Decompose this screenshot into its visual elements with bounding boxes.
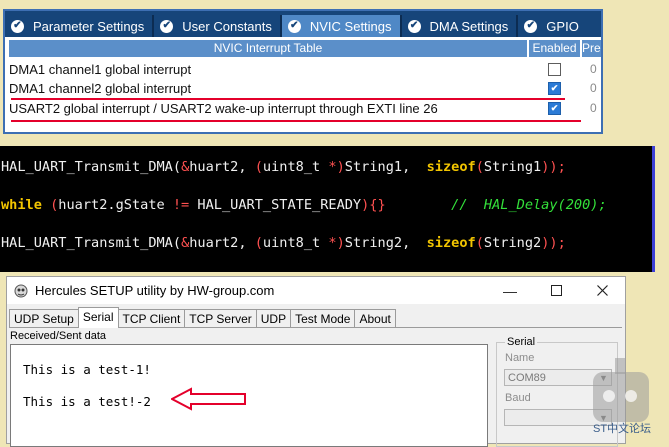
forum-watermark-text: ST中文论坛	[593, 423, 652, 435]
priority-value[interactable]: 0	[590, 81, 597, 95]
tab-udp-setup[interactable]: UDP Setup	[9, 309, 79, 328]
column-header-enabled[interactable]: Enabled	[529, 40, 580, 57]
close-button[interactable]	[579, 277, 625, 304]
tab-user-constants[interactable]: ✔ User Constants	[154, 15, 282, 37]
interrupt-name: DMA1 channel1 global interrupt	[9, 61, 192, 77]
tab-nvic-settings[interactable]: ✔ NVIC Settings	[281, 15, 402, 37]
check-circle-icon: ✔	[287, 19, 301, 33]
code-line-while-loop: while (huart2.gState != HAL_UART_STATE_R…	[1, 197, 607, 213]
maximize-icon	[550, 285, 562, 296]
column-header-preemption[interactable]: Pree	[582, 40, 601, 57]
tab-serial[interactable]: Serial	[77, 307, 119, 328]
enabled-checkbox[interactable]	[548, 62, 561, 76]
red-underline	[11, 120, 581, 122]
window-title: Hercules SETUP utility by HW-group.com	[35, 283, 275, 298]
tab-tcp-server[interactable]: TCP Server	[184, 309, 257, 328]
window-titlebar[interactable]: Hercules SETUP utility by HW-group.com —	[7, 277, 625, 304]
interrupt-name: USART2 global interrupt / USART2 wake-up…	[9, 100, 438, 116]
code-line-transmit-2: HAL_UART_Transmit_DMA(&huart2, (uint8_t …	[1, 235, 566, 251]
check-circle-icon: ✔	[524, 19, 538, 33]
interrupt-name: DMA1 channel2 global interrupt	[9, 80, 192, 96]
minimize-icon: —	[503, 282, 517, 299]
tab-parameter-settings[interactable]: ✔ Parameter Settings	[5, 15, 155, 37]
received-line: This is a test-1!	[23, 362, 151, 377]
tab-udp[interactable]: UDP	[255, 309, 292, 328]
hercules-window: Hercules SETUP utility by HW-group.com —…	[6, 276, 626, 447]
maximize-button[interactable]	[533, 277, 579, 304]
priority-value[interactable]: 0	[590, 101, 597, 115]
check-circle-icon: ✔	[11, 19, 24, 33]
hercules-tab-bar: UDP Setup Serial TCP Client TCP Server U…	[9, 307, 396, 328]
config-tab-bar: ✔ Parameter Settings ✔ User Constants ✔ …	[5, 11, 601, 37]
received-line: This is a test!-2	[23, 394, 151, 409]
tab-gpio-settings[interactable]: ✔ GPIO	[518, 15, 587, 37]
received-data-textarea[interactable]: This is a test-1! This is a test!-2	[10, 344, 488, 447]
tab-dma-settings[interactable]: ✔ DMA Settings	[402, 15, 519, 37]
enabled-checkbox[interactable]: ✔	[548, 81, 561, 95]
red-arrow-annotation	[171, 387, 246, 411]
code-line-transmit-1: HAL_UART_Transmit_DMA(&huart2, (uint8_t …	[1, 159, 566, 175]
table-row[interactable]: USART2 global interrupt / USART2 wake-up…	[9, 98, 601, 118]
baud-label: Baud	[505, 392, 531, 404]
serial-group-title: Serial	[505, 336, 538, 348]
hercules-app-icon	[14, 284, 28, 297]
check-circle-icon: ✔	[160, 19, 174, 33]
checkmark-icon: ✔	[550, 82, 559, 93]
port-name-value: COM89	[508, 372, 546, 384]
serial-tab-body: Received/Sent data This is a test-1! Thi…	[9, 327, 622, 447]
name-label: Name	[505, 352, 535, 364]
close-icon	[596, 285, 608, 296]
minimize-button[interactable]: —	[487, 277, 533, 304]
code-editor: HAL_UART_Transmit_DMA(&huart2, (uint8_t …	[0, 146, 655, 272]
checkmark-icon: ✔	[550, 102, 559, 113]
received-data-label: Received/Sent data	[10, 330, 107, 342]
column-header-interrupt[interactable]: NVIC Interrupt Table	[9, 40, 527, 57]
check-circle-icon: ✔	[407, 19, 421, 33]
nvic-table-header: NVIC Interrupt Table Enabled Pree	[9, 40, 601, 57]
enabled-checkbox[interactable]: ✔	[548, 101, 561, 115]
tab-test-mode[interactable]: Test Mode	[290, 309, 356, 328]
tab-tcp-client[interactable]: TCP Client	[117, 309, 186, 328]
table-row[interactable]: DMA1 channel2 global interrupt ✔ 0	[9, 78, 601, 98]
table-row[interactable]: DMA1 channel1 global interrupt 0	[9, 59, 601, 79]
tab-about[interactable]: About	[354, 309, 396, 328]
nvic-settings-panel: ✔ Parameter Settings ✔ User Constants ✔ …	[3, 9, 603, 134]
priority-value[interactable]: 0	[590, 62, 597, 76]
